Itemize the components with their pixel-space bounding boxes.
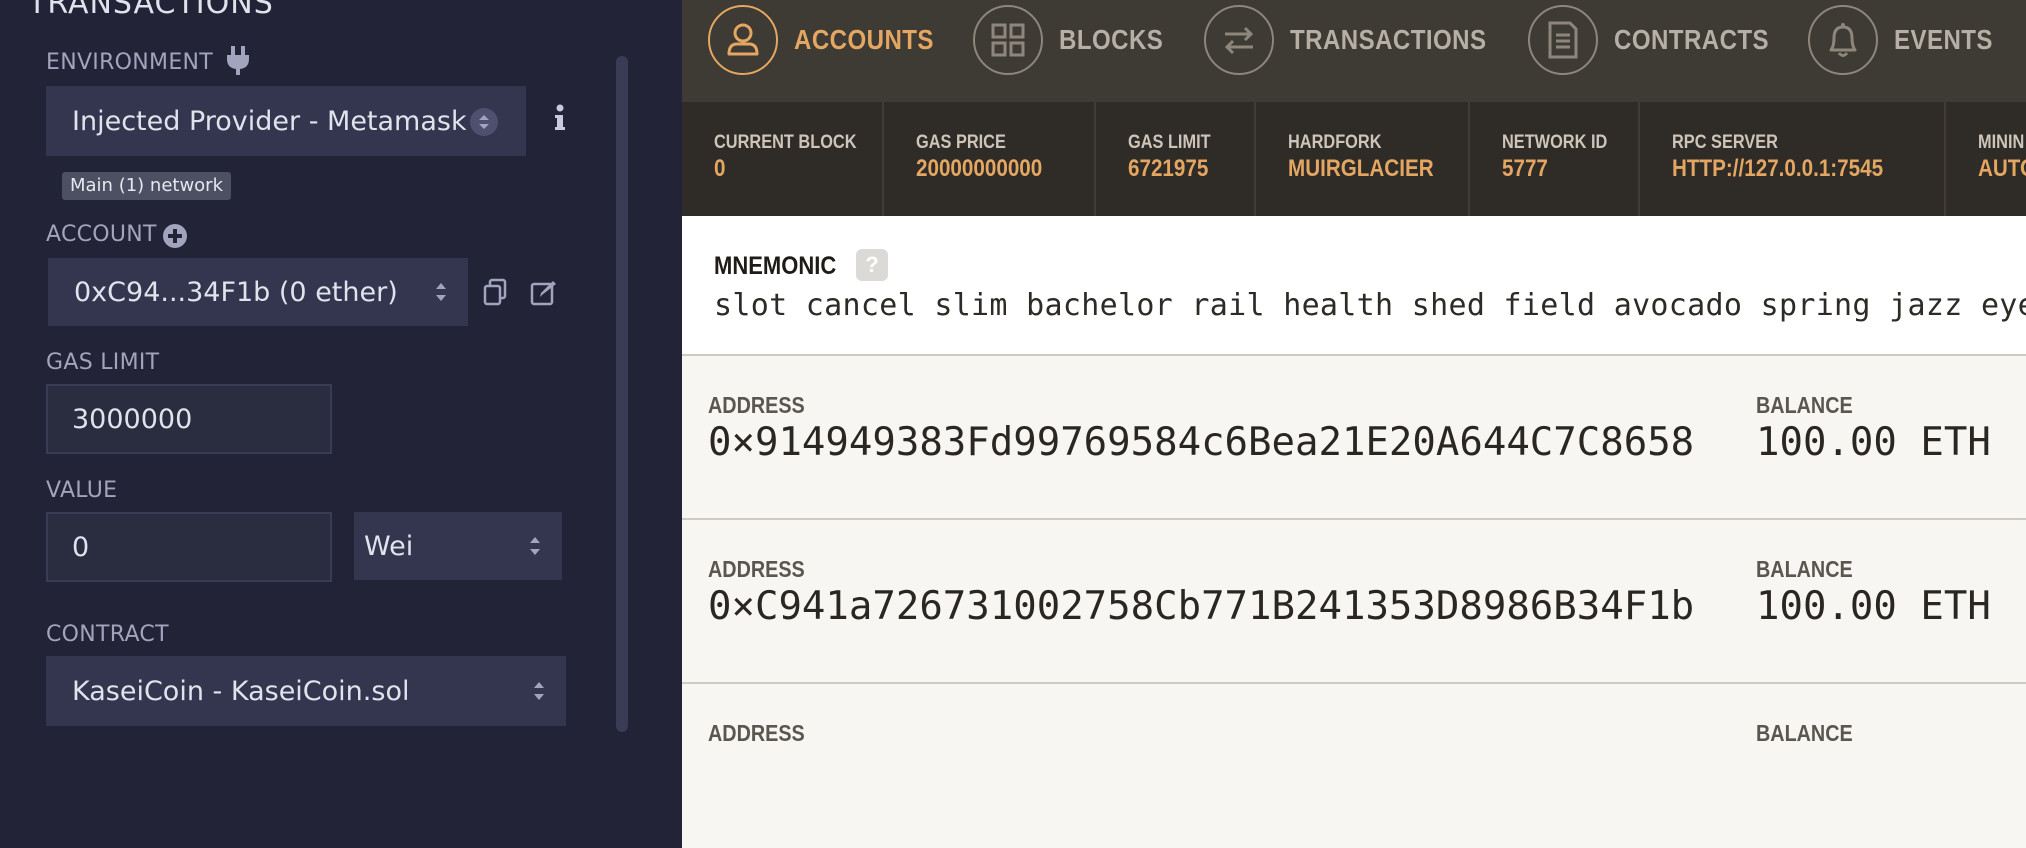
nav-transactions[interactable]: TRANSACTIONS <box>1204 0 1518 80</box>
stat-label: GAS PRICE <box>916 132 1006 153</box>
stat-gas-limit: GAS LIMIT 6721975 <box>1096 102 1256 216</box>
balance-label: BALANCE <box>1756 392 1853 418</box>
nav-accounts[interactable]: ACCOUNTS <box>708 0 957 80</box>
stat-hardfork: HARDFORK MUIRGLACIER <box>1256 102 1470 216</box>
contract-label: CONTRACT <box>46 622 169 647</box>
panel-scrollbar[interactable] <box>616 56 628 732</box>
balance-label: BALANCE <box>1756 556 1853 582</box>
gas-limit-input[interactable]: 3000000 <box>46 384 332 454</box>
stat-gas-price: GAS PRICE 20000000000 <box>884 102 1096 216</box>
stat-value: MUIRGLACIER <box>1288 155 1434 182</box>
network-badge: Main (1) network <box>62 172 232 200</box>
stat-current-block: CURRENT BLOCK 0 <box>682 102 884 216</box>
plug-icon <box>224 44 252 81</box>
stat-label: NETWORK ID <box>1502 132 1608 153</box>
account-balance: 100.00 ETH <box>1756 584 1991 629</box>
stat-value: AUTO <box>1978 155 2026 182</box>
stat-mining: MININ AUTO <box>1946 102 2026 216</box>
nav-accounts-label: ACCOUNTS <box>794 24 934 55</box>
user-icon <box>708 5 778 75</box>
account-row[interactable]: ADDRESS 0×C941a726731002758Cb771B241353D… <box>682 520 2026 684</box>
stat-label: GAS LIMIT <box>1128 132 1211 153</box>
stat-value: 0 <box>714 155 726 182</box>
copy-icon[interactable] <box>482 278 508 311</box>
environment-label: ENVIRONMENT <box>46 50 214 75</box>
mnemonic-title: MNEMONIC <box>714 252 837 280</box>
stat-label: MININ <box>1978 132 2025 153</box>
account-address: 0×914949383Fd99769584c6Bea21E20A644C7C86… <box>708 420 1695 465</box>
nav-blocks-label: BLOCKS <box>1059 24 1164 55</box>
bell-icon <box>1808 5 1878 75</box>
value-label: VALUE <box>46 478 118 503</box>
nav-blocks[interactable]: BLOCKS <box>973 0 1180 80</box>
stat-network-id: NETWORK ID 5777 <box>1470 102 1640 216</box>
select-arrows-icon <box>530 537 540 555</box>
add-account-icon[interactable] <box>162 223 188 254</box>
select-arrows-icon <box>534 682 544 700</box>
account-address: 0×C941a726731002758Cb771B241353D8986B34F… <box>708 584 1695 629</box>
stat-rpc-server: RPC SERVER HTTP://127.0.0.1:7545 <box>1640 102 1946 216</box>
stats-bar: CURRENT BLOCK 0 GAS PRICE 20000000000 GA… <box>682 102 2026 216</box>
stat-value: 6721975 <box>1128 155 1209 182</box>
nav-contracts[interactable]: CONTRACTS <box>1528 0 1794 80</box>
value-unit: Wei <box>364 530 414 562</box>
address-label: ADDRESS <box>708 392 805 418</box>
select-arrows-icon <box>436 283 446 301</box>
environment-select[interactable]: Injected Provider - Metamask <box>46 86 526 156</box>
ganache-nav: ACCOUNTS BLOCKS TRANSACTIONS CONTRACTS E… <box>682 0 2026 102</box>
account-row[interactable]: ADDRESS 0×914949383Fd99769584c6Bea21E20A… <box>682 356 2026 520</box>
account-value: 0xC94...34F1b (0 ether) <box>74 276 398 308</box>
balance-label: BALANCE <box>1756 720 1853 746</box>
environment-value: Injected Provider - Metamask <box>72 105 467 137</box>
select-arrows-icon <box>470 108 498 136</box>
stat-value: 5777 <box>1502 155 1548 182</box>
stat-value: HTTP://127.0.0.1:7545 <box>1672 155 1884 182</box>
nav-events-label: EVENTS <box>1894 24 1993 55</box>
mnemonic-section: MNEMONIC ? slot cancel slim bachelor rai… <box>682 216 2026 356</box>
address-label: ADDRESS <box>708 556 805 582</box>
nav-contracts-label: CONTRACTS <box>1614 24 1770 55</box>
ganache-window: ACCOUNTS BLOCKS TRANSACTIONS CONTRACTS E… <box>682 0 2026 848</box>
account-select[interactable]: 0xC94...34F1b (0 ether) <box>48 258 468 326</box>
remix-run-panel: TRANSACTIONS ENVIRONMENT Injected Provid… <box>0 0 682 732</box>
account-row[interactable]: ADDRESS BALANCE <box>682 684 2026 848</box>
document-icon <box>1528 5 1598 75</box>
stat-label: HARDFORK <box>1288 132 1382 153</box>
contract-value: KaseiCoin - KaseiCoin.sol <box>72 675 410 707</box>
stat-value: 20000000000 <box>916 155 1043 182</box>
contract-select[interactable]: KaseiCoin - KaseiCoin.sol <box>46 656 566 726</box>
edit-icon[interactable] <box>530 278 558 311</box>
nav-transactions-label: TRANSACTIONS <box>1290 24 1487 55</box>
account-balance: 100.00 ETH <box>1756 420 1991 465</box>
value-input[interactable]: 0 <box>46 512 332 582</box>
value-unit-select[interactable]: Wei <box>354 512 562 580</box>
stat-label: RPC SERVER <box>1672 132 1778 153</box>
nav-events[interactable]: EVENTS <box>1808 0 2009 80</box>
blocks-grid-icon <box>973 5 1043 75</box>
help-icon[interactable]: ? <box>856 249 888 281</box>
mnemonic-words: slot cancel slim bachelor rail health sh… <box>714 288 2026 323</box>
account-label: ACCOUNT <box>46 222 157 247</box>
transfer-arrows-icon <box>1204 5 1274 75</box>
panel-title: TRANSACTIONS <box>28 0 274 21</box>
info-icon[interactable] <box>552 104 568 137</box>
gas-limit-label: GAS LIMIT <box>46 350 160 375</box>
address-label: ADDRESS <box>708 720 805 746</box>
stat-label: CURRENT BLOCK <box>714 132 857 153</box>
